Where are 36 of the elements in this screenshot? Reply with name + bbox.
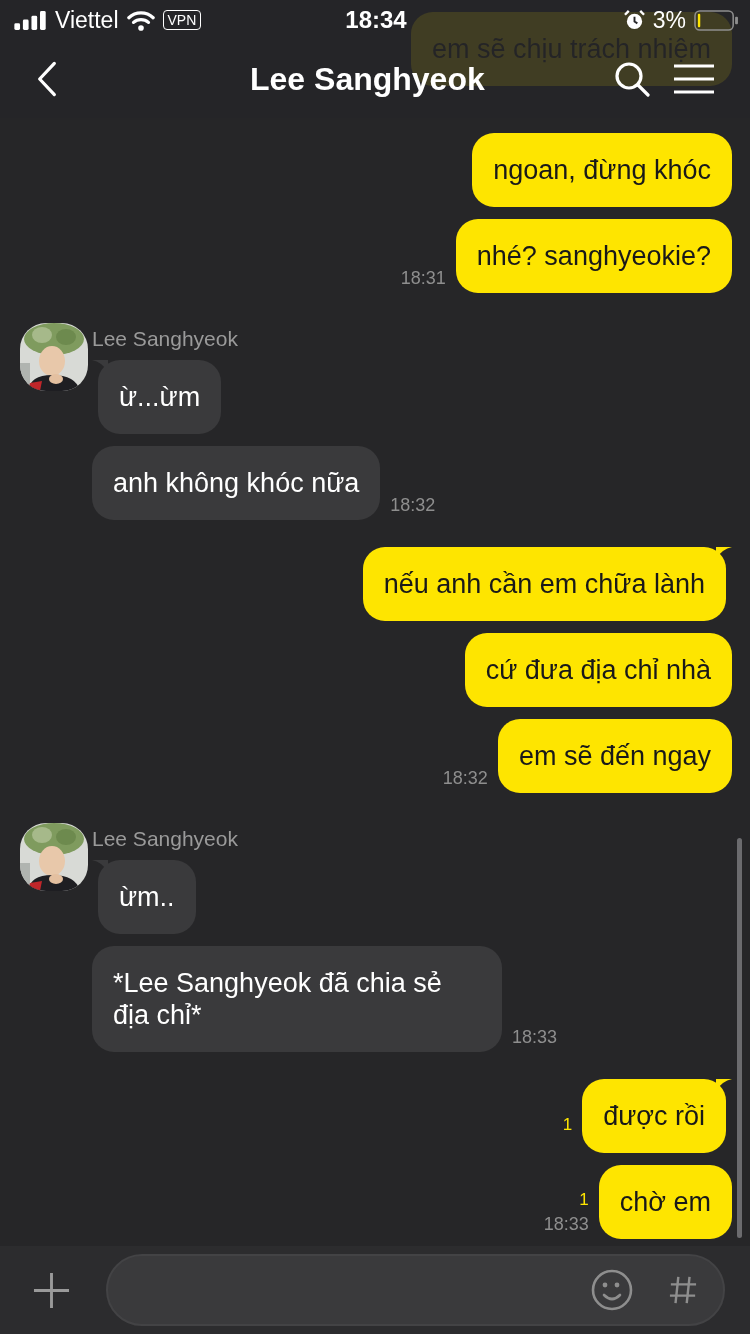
sender-name: Lee Sanghyeok: [92, 327, 239, 351]
message-bubble: ừm..: [98, 860, 196, 934]
chat-title: Lee Sanghyeok: [250, 62, 485, 96]
signal-icon: [14, 10, 47, 30]
message-time: 18:33: [543, 1214, 589, 1235]
message-bubble: ừ...ừm: [98, 360, 222, 434]
battery-icon: [694, 9, 738, 31]
message-bubble: ngoan, đừng khóc: [472, 133, 732, 207]
message-time: 18:33: [512, 1027, 558, 1048]
message-bubble: chờ em: [598, 1165, 732, 1239]
message-bubble: em sẽ đến ngay: [497, 719, 732, 793]
status-time: 18:34: [345, 6, 407, 34]
battery-percent: 3%: [652, 6, 686, 34]
emoji-icon[interactable]: [591, 1269, 633, 1311]
add-icon[interactable]: [33, 1271, 70, 1309]
unread-count: 1: [562, 1115, 573, 1135]
message-bubble: cứ đưa địa chỉ nhà: [464, 633, 732, 707]
message-bubble: nhé? sanghyeokie?: [455, 219, 732, 293]
message-time: 18:31: [400, 268, 446, 289]
hashtag-icon[interactable]: [669, 1274, 697, 1306]
message-bubble: *Lee Sanghyeok đã chia sẻ địa chỉ*: [92, 946, 502, 1052]
back-icon[interactable]: [36, 61, 58, 97]
message-time: 18:32: [442, 768, 488, 789]
alarm-clock-icon: [623, 9, 645, 31]
scrollbar[interactable]: [737, 838, 742, 1238]
unread-count: 1: [579, 1190, 589, 1210]
search-icon[interactable]: [614, 61, 650, 97]
menu-icon[interactable]: [674, 64, 714, 94]
message-time: 18:32: [390, 495, 436, 516]
vpn-badge: VPN: [162, 10, 202, 30]
message-bubble: anh không khóc nữa: [92, 446, 381, 520]
wifi-icon: [126, 9, 155, 31]
message-bubble: được rồi: [582, 1079, 726, 1153]
carrier-name: Viettel: [55, 6, 119, 34]
message-bubble: nếu anh cần em chữa lành: [362, 547, 726, 621]
sender-name: Lee Sanghyeok: [92, 827, 239, 851]
